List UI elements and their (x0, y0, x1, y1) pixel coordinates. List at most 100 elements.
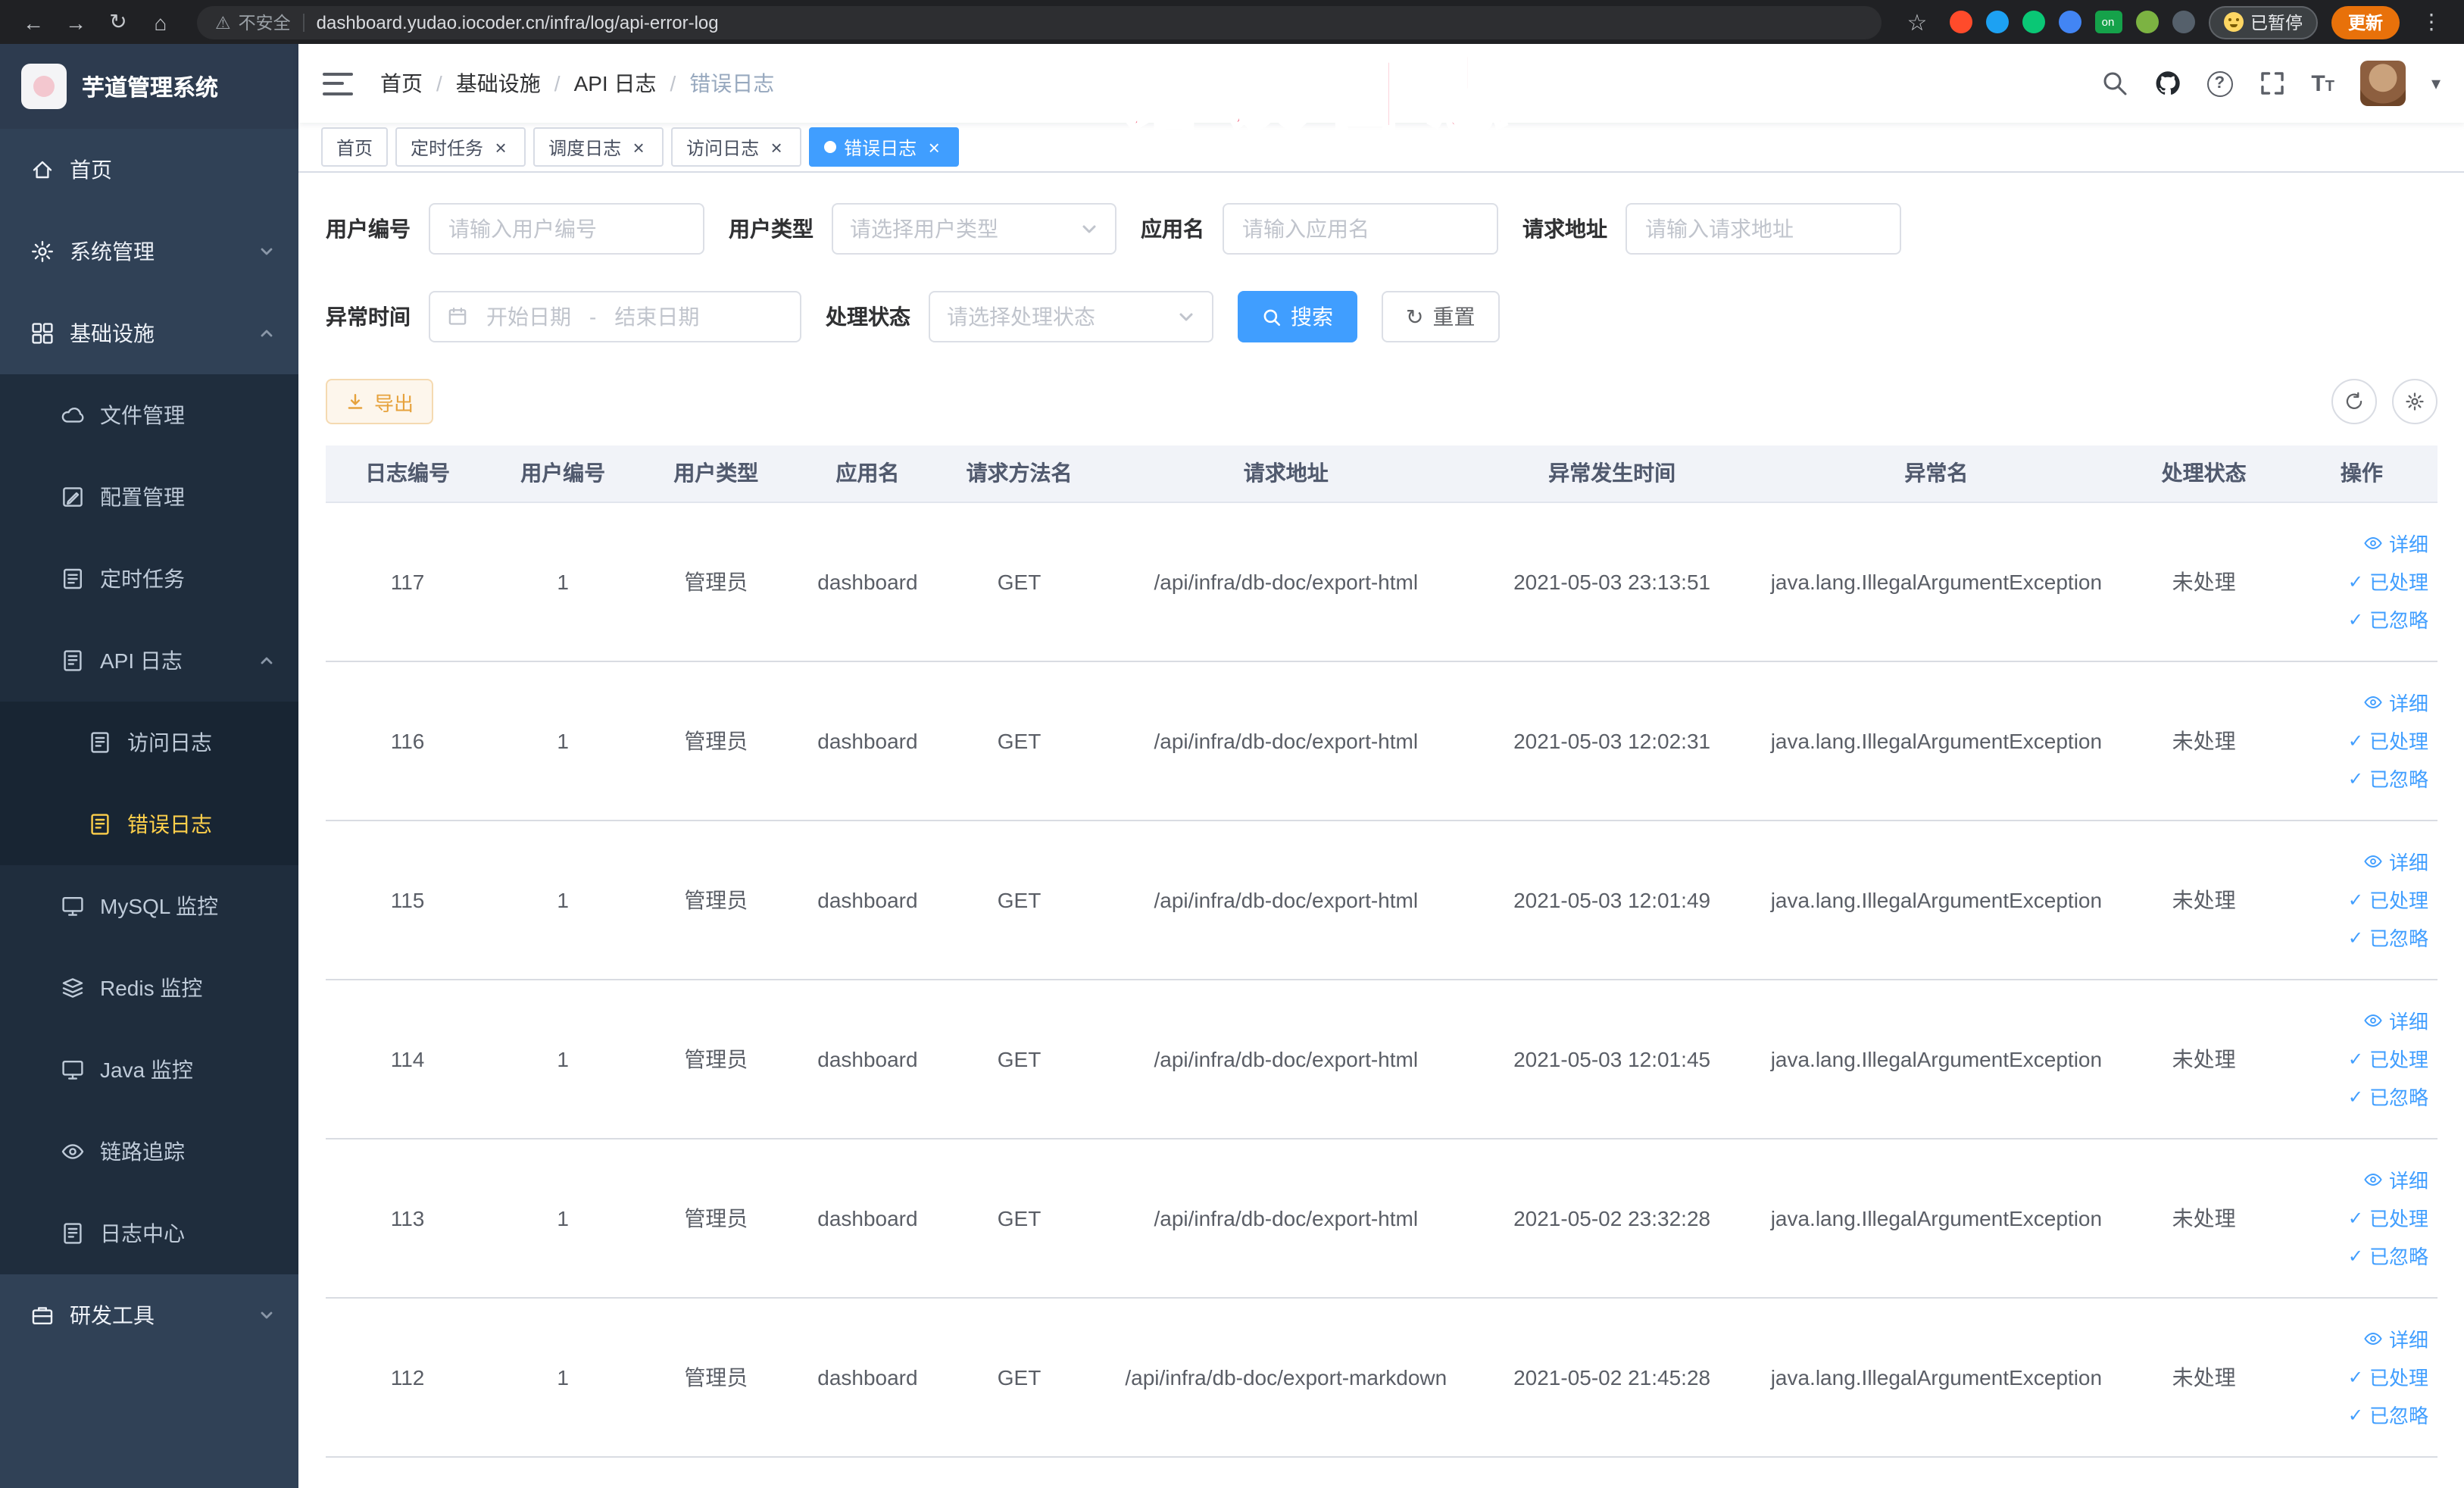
sidebar-item-label: 链路追踪 (100, 1139, 185, 1164)
cell-status: 未处理 (2122, 1138, 2286, 1298)
breadcrumb-infrastructure[interactable]: 基础设施 (456, 68, 541, 98)
process-status-select[interactable]: 请选择处理状态 (929, 291, 1213, 342)
exception-time-range[interactable]: 开始日期 - 结束日期 (429, 291, 801, 342)
tab-home[interactable]: 首页 (321, 127, 389, 167)
search-button[interactable]: 搜索 (1238, 291, 1357, 342)
search-icon[interactable] (2100, 70, 2128, 97)
document-icon (61, 1221, 85, 1246)
extension-icon[interactable] (1985, 11, 2008, 33)
app-name-input[interactable] (1223, 203, 1498, 255)
forward-button[interactable]: → (58, 5, 94, 39)
extension-icon[interactable] (2058, 11, 2081, 33)
breadcrumb-api-logs[interactable]: API 日志 (574, 68, 657, 98)
ignored-link[interactable]: ✓ 已忽略 (2286, 759, 2428, 797)
extension-icon[interactable] (2135, 11, 2158, 33)
sidebar-item-error-log[interactable]: 错误日志 (0, 783, 298, 865)
reset-button[interactable]: ↻ 重置 (1382, 291, 1500, 342)
export-button[interactable]: 导出 (326, 379, 434, 424)
processed-link[interactable]: ✓ 已处理 (2286, 721, 2428, 759)
sidebar-item-link-tracing[interactable]: 链路追踪 (0, 1111, 298, 1193)
tab-schedule-log[interactable]: 调度日志 × (533, 127, 664, 167)
processed-link[interactable]: ✓ 已处理 (2286, 1199, 2428, 1236)
address-bar[interactable]: ⚠ 不安全 dashboard.yudao.iocoder.cn/infra/l… (197, 5, 1881, 39)
detail-link[interactable]: 详细 (2286, 1320, 2428, 1358)
check-icon: ✓ (2347, 1245, 2363, 1266)
detail-link[interactable]: 详细 (2286, 524, 2428, 562)
annotation-watermark: 错误日志 (1116, 48, 1530, 143)
sidebar-item-access-log[interactable]: 访问日志 (0, 702, 298, 783)
gear-icon (2406, 392, 2424, 411)
fullscreen-icon[interactable] (2258, 70, 2285, 97)
ignored-link[interactable]: ✓ 已忽略 (2286, 1396, 2428, 1433)
ignored-link[interactable]: ✓ 已忽略 (2286, 918, 2428, 956)
ignored-link[interactable]: ✓ 已忽略 (2286, 600, 2428, 638)
sidebar-item-redis-monitor[interactable]: Redis 监控 (0, 947, 298, 1029)
sidebar-item-java-monitor[interactable]: Java 监控 (0, 1029, 298, 1111)
close-icon[interactable]: × (491, 136, 511, 158)
sidebar-item-home[interactable]: 首页 (0, 129, 298, 211)
security-label: 不安全 (238, 14, 291, 33)
cell-exception-name: java.lang.IllegalArgumentException (1750, 502, 2122, 661)
close-icon[interactable]: × (767, 136, 786, 158)
processed-link[interactable]: ✓ 已处理 (2286, 1358, 2428, 1396)
browser-menu-icon[interactable]: ⋮ (2413, 5, 2450, 39)
bookmark-star-icon[interactable]: ☆ (1899, 5, 1935, 39)
paused-badge[interactable]: 已暂停 (2208, 5, 2318, 39)
sidebar-item-system-management[interactable]: 系统管理 (0, 211, 298, 292)
sidebar-item-infrastructure[interactable]: 基础设施 (0, 292, 298, 374)
cell-method: GET (939, 1297, 1099, 1457)
font-size-icon[interactable]: TT (2311, 72, 2334, 95)
home-button[interactable]: ⌂ (142, 5, 179, 39)
monitor-icon (61, 1058, 85, 1082)
breadcrumb-home[interactable]: 首页 (380, 68, 423, 98)
sidebar-item-config-management[interactable]: 配置管理 (0, 456, 298, 538)
close-icon[interactable]: × (629, 136, 648, 158)
detail-link[interactable]: 详细 (2286, 1002, 2428, 1039)
app-logo[interactable]: 芋道管理系统 (0, 44, 298, 129)
ignored-link[interactable]: ✓ 已忽略 (2286, 1077, 2428, 1115)
processed-link[interactable]: ✓ 已处理 (2286, 880, 2428, 918)
help-icon[interactable]: ? (2206, 70, 2233, 96)
user-id-input[interactable] (429, 203, 704, 255)
eye-icon (61, 1139, 85, 1164)
detail-link[interactable]: 详细 (2286, 683, 2428, 721)
cell-exception-time: 2021-05-02 23:32:28 (1472, 1138, 1751, 1298)
sidebar-item-api-logs[interactable]: API 日志 (0, 620, 298, 702)
user-avatar[interactable] (2359, 61, 2406, 106)
github-icon[interactable] (2153, 70, 2181, 97)
reload-button[interactable]: ↻ (100, 5, 136, 39)
cell-actions: 详细 ✓ 已处理 ✓ 已忽略 (2285, 979, 2437, 1139)
column-header: 操作 (2285, 445, 2437, 502)
extension-icon[interactable] (2172, 11, 2194, 33)
cell-status: 未处理 (2122, 1297, 2286, 1457)
refresh-button[interactable] (2331, 379, 2377, 424)
sidebar-item-mysql-monitor[interactable]: MySQL 监控 (0, 865, 298, 947)
ignored-link[interactable]: ✓ 已忽略 (2286, 1236, 2428, 1274)
tab-error-log[interactable]: 错误日志 × (809, 127, 960, 167)
filter-request-url: 请求地址 (1522, 203, 1901, 255)
back-button[interactable]: ← (15, 5, 52, 39)
request-url-input[interactable] (1625, 203, 1901, 255)
caret-down-icon[interactable]: ▾ (2431, 73, 2441, 94)
close-icon[interactable]: × (924, 136, 944, 158)
table-row: 115 1 管理员 dashboard GET /api/infra/db-do… (326, 820, 2437, 980)
tab-scheduled-tasks[interactable]: 定时任务 × (395, 127, 526, 167)
detail-link[interactable]: 详细 (2286, 842, 2428, 880)
sidebar-toggle-icon[interactable] (323, 72, 353, 95)
processed-link[interactable]: ✓ 已处理 (2286, 562, 2428, 600)
column-settings-button[interactable] (2392, 379, 2437, 424)
sidebar-item-file-management[interactable]: 文件管理 (0, 374, 298, 456)
processed-link[interactable]: ✓ 已处理 (2286, 1039, 2428, 1077)
extension-on-icon[interactable]: on (2094, 11, 2122, 33)
sidebar-item-log-center[interactable]: 日志中心 (0, 1193, 298, 1274)
tab-access-log[interactable]: 访问日志 × (671, 127, 802, 167)
sidebar-item-scheduled-tasks[interactable]: 定时任务 (0, 538, 298, 620)
extension-icon[interactable] (2022, 11, 2044, 33)
sidebar-item-dev-tools[interactable]: 研发工具 (0, 1274, 298, 1356)
emoji-face-icon (2223, 12, 2243, 32)
detail-link[interactable]: 详细 (2286, 1161, 2428, 1199)
extension-icon[interactable] (1949, 11, 1972, 33)
cell-request-url: /api/infra/db-doc/export-html (1098, 502, 1473, 661)
user-type-select[interactable]: 请选择用户类型 (832, 203, 1116, 255)
update-button[interactable]: 更新 (2331, 5, 2400, 39)
